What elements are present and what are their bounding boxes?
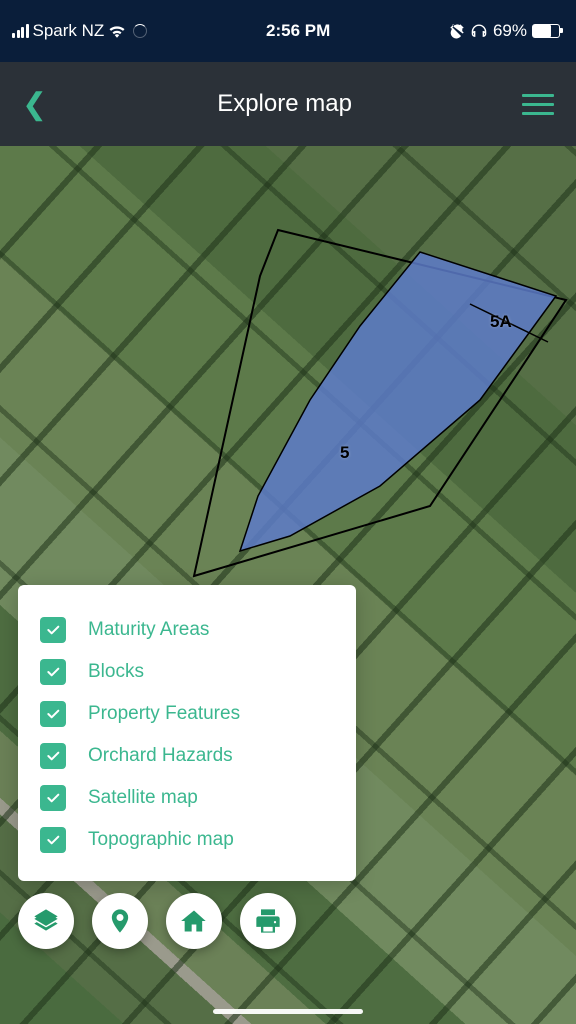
layer-item-property-features: Property Features (40, 693, 334, 735)
pin-icon (106, 907, 134, 935)
home-icon (180, 907, 208, 935)
layer-label: Satellite map (88, 787, 198, 809)
layer-label: Topographic map (88, 829, 234, 851)
print-icon (254, 907, 282, 935)
block-label-5: 5 (340, 443, 349, 463)
check-icon (45, 706, 61, 722)
home-button[interactable] (166, 893, 222, 949)
battery-percent: 69% (493, 21, 527, 41)
layer-item-blocks: Blocks (40, 651, 334, 693)
layer-item-maturity-areas: Maturity Areas (40, 609, 334, 651)
status-bar: Spark NZ 2:56 PM 69% (0, 0, 576, 62)
battery-icon (532, 24, 560, 38)
checkbox-maturity-areas[interactable] (40, 617, 66, 643)
block-label-5a: 5A (490, 312, 512, 332)
headphones-icon (470, 23, 488, 39)
signal-bars-icon (12, 24, 29, 38)
checkbox-property-features[interactable] (40, 701, 66, 727)
print-button[interactable] (240, 893, 296, 949)
layer-label: Blocks (88, 661, 144, 683)
status-time: 2:56 PM (266, 21, 330, 41)
check-icon (45, 664, 61, 680)
status-right: 69% (449, 21, 560, 41)
carrier-label: Spark NZ (33, 21, 105, 41)
loading-spinner-icon (133, 24, 147, 38)
check-icon (45, 748, 61, 764)
checkbox-satellite-map[interactable] (40, 785, 66, 811)
layer-label: Orchard Hazards (88, 745, 233, 767)
menu-button[interactable] (522, 94, 554, 115)
checkbox-topographic-map[interactable] (40, 827, 66, 853)
layers-button[interactable] (18, 893, 74, 949)
home-indicator (213, 1009, 363, 1014)
status-left: Spark NZ (12, 21, 147, 41)
layer-item-orchard-hazards: Orchard Hazards (40, 735, 334, 777)
map-container[interactable]: 5 5A Maturity Areas Blocks Property Feat… (0, 146, 576, 1024)
layer-item-satellite-map: Satellite map (40, 777, 334, 819)
checkbox-blocks[interactable] (40, 659, 66, 685)
layer-label: Property Features (88, 703, 240, 725)
check-icon (45, 832, 61, 848)
layer-label: Maturity Areas (88, 619, 209, 641)
check-icon (45, 790, 61, 806)
layers-panel: Maturity Areas Blocks Property Features … (18, 585, 356, 881)
layer-item-topographic-map: Topographic map (40, 819, 334, 861)
back-button[interactable]: ❮ (22, 87, 47, 122)
page-title: Explore map (217, 90, 352, 118)
layers-icon (32, 907, 60, 935)
location-button[interactable] (92, 893, 148, 949)
wifi-icon (108, 24, 126, 38)
check-icon (45, 622, 61, 638)
alarm-icon (449, 23, 465, 39)
app-header: ❮ Explore map (0, 62, 576, 146)
checkbox-orchard-hazards[interactable] (40, 743, 66, 769)
floating-button-row (18, 893, 296, 949)
